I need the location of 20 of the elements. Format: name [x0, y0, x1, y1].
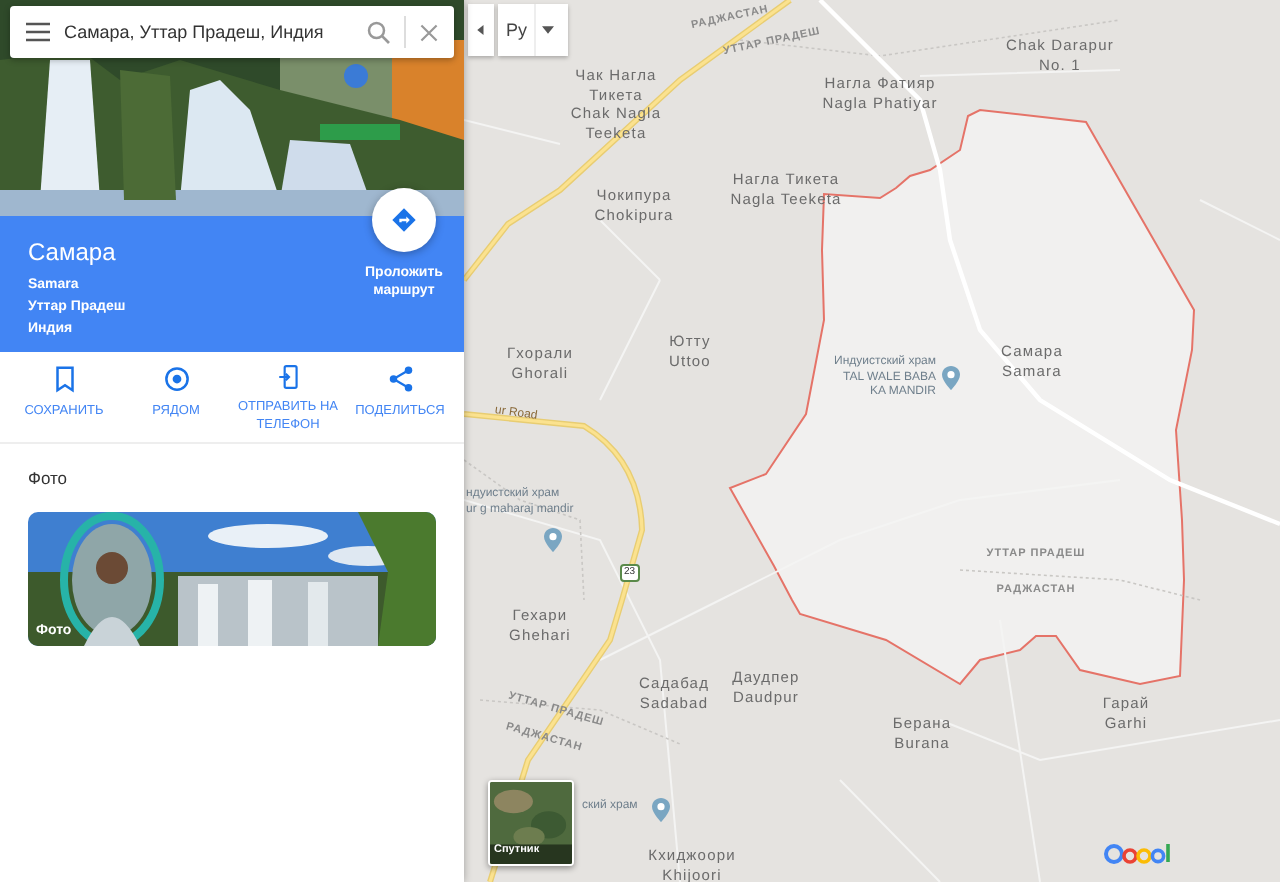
logo-icon [1104, 842, 1176, 866]
caret-icon [541, 26, 554, 34]
search-bar[interactable]: Самара, Уттар Прадеш, Индия [10, 6, 454, 58]
place-name: Самара [28, 238, 118, 266]
location-icon [161, 364, 191, 394]
search-field[interactable]: Самара, Уттар Прадеш, Индия [64, 22, 354, 42]
search-icon[interactable] [364, 17, 394, 47]
map-drawing[interactable] [464, 0, 1280, 882]
caret-icon [476, 24, 486, 36]
directions-icon [390, 206, 418, 234]
pin-icon[interactable] [544, 528, 562, 552]
collapse-button[interactable] [468, 4, 494, 56]
section-heading: Фото [28, 468, 70, 488]
close-icon[interactable] [416, 19, 442, 45]
pin-icon[interactable] [942, 366, 960, 390]
directions-button[interactable] [372, 188, 436, 252]
phone-send-icon [273, 364, 303, 390]
language-dropdown[interactable]: Ру [498, 4, 568, 56]
share-icon [385, 364, 415, 394]
pin-icon[interactable] [652, 798, 670, 822]
